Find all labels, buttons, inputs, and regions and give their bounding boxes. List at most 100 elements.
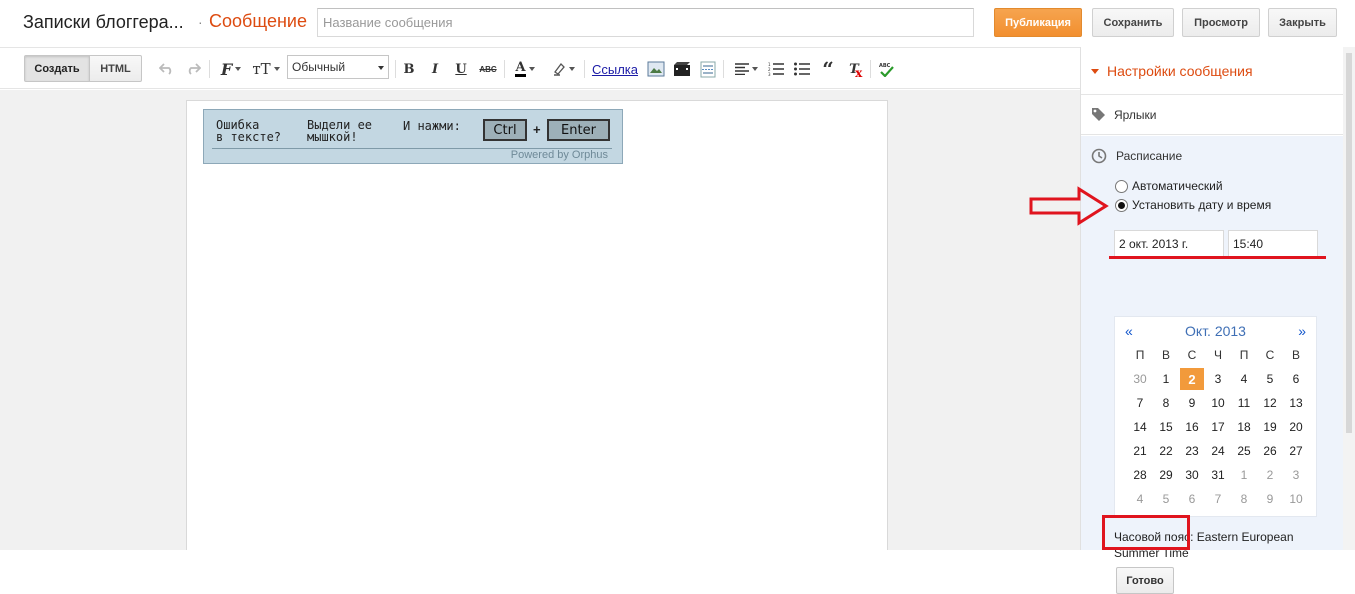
calendar-day[interactable]: 18	[1231, 415, 1257, 439]
remove-formatting-icon[interactable]: Tx	[845, 59, 863, 80]
bulleted-list-icon[interactable]	[793, 59, 811, 79]
calendar-day[interactable]: 13	[1283, 391, 1309, 415]
insert-jump-break-icon[interactable]	[698, 59, 718, 79]
annotation-underline	[1109, 256, 1326, 259]
link-button[interactable]: Ссылка	[591, 59, 639, 79]
calendar-day[interactable]: 17	[1205, 415, 1231, 439]
bold-icon[interactable]: B	[401, 59, 417, 79]
orphus-error-text: Ошибка в тексте?	[216, 118, 282, 144]
orphus-plus: +	[533, 122, 541, 137]
redo-icon[interactable]	[184, 59, 202, 79]
calendar-day[interactable]: 7	[1127, 391, 1153, 415]
calendar-weekday: П	[1239, 348, 1249, 362]
calendar-day[interactable]: 26	[1257, 439, 1283, 463]
svg-text:3: 3	[768, 72, 771, 76]
date-field[interactable]: 2 окт. 2013 г.	[1114, 230, 1224, 257]
calendar-day[interactable]: 14	[1127, 415, 1153, 439]
calendar-weekday: С	[1187, 348, 1197, 362]
post-body-editor[interactable]	[186, 100, 888, 550]
spell-check-icon[interactable]: ABC	[877, 59, 895, 79]
calendar-day[interactable]: 25	[1231, 439, 1257, 463]
calendar-day[interactable]: 9	[1257, 487, 1283, 511]
calendar-day[interactable]: 6	[1283, 367, 1309, 391]
compose-mode-button[interactable]: Создать	[24, 55, 90, 82]
post-title-input[interactable]	[317, 8, 974, 37]
calendar-day[interactable]: 30	[1127, 367, 1153, 391]
numbered-list-icon[interactable]: 123	[767, 59, 785, 79]
radio-set-date-label: Установить дату и время	[1132, 198, 1272, 212]
publish-button[interactable]: Публикация	[994, 8, 1082, 37]
calendar-day[interactable]: 12	[1257, 391, 1283, 415]
quote-icon[interactable]: “	[819, 57, 837, 81]
calendar-day[interactable]: 19	[1257, 415, 1283, 439]
done-button[interactable]: Готово	[1116, 567, 1174, 594]
calendar-day[interactable]: 6	[1179, 487, 1205, 511]
calendar-day[interactable]: 2	[1180, 368, 1204, 390]
calendar-next-month[interactable]: »	[1298, 323, 1306, 339]
link-label: Ссылка	[591, 61, 639, 77]
highlight-color-icon[interactable]	[548, 59, 578, 79]
calendar-day[interactable]: 5	[1257, 367, 1283, 391]
underline-icon[interactable]: U	[453, 59, 469, 79]
paragraph-style-select[interactable]: Обычный	[287, 55, 389, 79]
time-field[interactable]: 15:40	[1228, 230, 1318, 257]
calendar-day[interactable]: 20	[1283, 415, 1309, 439]
calendar-day[interactable]: 23	[1179, 439, 1205, 463]
calendar-day[interactable]: 1	[1153, 367, 1179, 391]
font-size-icon[interactable]: тT	[251, 59, 281, 79]
calendar-day[interactable]: 3	[1205, 367, 1231, 391]
radio-set-date[interactable]: Установить дату и время	[1115, 198, 1271, 212]
radio-automatic-button[interactable]	[1115, 179, 1128, 193]
radio-automatic[interactable]: Автоматический	[1115, 179, 1223, 193]
calendar-day[interactable]: 22	[1153, 439, 1179, 463]
calendar-day[interactable]: 5	[1153, 487, 1179, 511]
calendar-day[interactable]: 4	[1231, 367, 1257, 391]
text-color-icon[interactable]: A	[510, 59, 540, 79]
calendar-day[interactable]: 16	[1179, 415, 1205, 439]
font-family-icon[interactable]: F	[216, 59, 246, 79]
calendar-day[interactable]: 1	[1231, 463, 1257, 487]
blog-title[interactable]: Записки блоггера...	[23, 12, 184, 33]
orphus-enter-key: Enter	[547, 119, 610, 141]
close-button[interactable]: Закрыть	[1268, 8, 1337, 37]
calendar-day[interactable]: 8	[1231, 487, 1257, 511]
align-icon[interactable]	[731, 59, 761, 79]
html-mode-button[interactable]: HTML	[90, 55, 142, 82]
calendar-day[interactable]: 24	[1205, 439, 1231, 463]
post-settings-header[interactable]: Настройки сообщения	[1081, 47, 1344, 95]
radio-automatic-label: Автоматический	[1132, 179, 1223, 193]
calendar-day[interactable]: 2	[1257, 463, 1283, 487]
calendar-day[interactable]: 31	[1205, 463, 1231, 487]
italic-icon[interactable]: I	[427, 59, 443, 79]
calendar-day[interactable]: 15	[1153, 415, 1179, 439]
schedule-section: Расписание Автоматический Установить дат…	[1081, 136, 1344, 594]
sidebar-scrollbar[interactable]	[1343, 47, 1355, 550]
calendar-month-label: Окт. 2013	[1185, 323, 1246, 339]
calendar-day[interactable]: 21	[1127, 439, 1153, 463]
undo-icon[interactable]	[158, 59, 176, 79]
calendar-day[interactable]: 4	[1127, 487, 1153, 511]
calendar-day[interactable]: 30	[1179, 463, 1205, 487]
calendar-day[interactable]: 27	[1283, 439, 1309, 463]
insert-image-icon[interactable]	[646, 59, 666, 79]
title-separator: ·	[198, 14, 203, 30]
save-button[interactable]: Сохранить	[1092, 8, 1174, 37]
preview-button[interactable]: Просмотр	[1182, 8, 1260, 37]
strikethrough-icon[interactable]: ABC	[478, 59, 498, 79]
calendar-day[interactable]: 7	[1205, 487, 1231, 511]
post-settings-title: Настройки сообщения	[1107, 63, 1253, 79]
clock-icon	[1091, 148, 1107, 169]
calendar-day[interactable]: 3	[1283, 463, 1309, 487]
calendar-day[interactable]: 10	[1283, 487, 1309, 511]
calendar-day[interactable]: 28	[1127, 463, 1153, 487]
insert-video-icon[interactable]	[672, 59, 692, 79]
calendar-day[interactable]: 29	[1153, 463, 1179, 487]
radio-set-date-button[interactable]	[1115, 198, 1128, 212]
calendar-day[interactable]: 11	[1231, 391, 1257, 415]
labels-section[interactable]: Ярлыки	[1081, 95, 1344, 135]
editor-mode-toggle: Создать HTML	[24, 55, 142, 82]
calendar-day[interactable]: 8	[1153, 391, 1179, 415]
calendar-day[interactable]: 10	[1205, 391, 1231, 415]
orphus-select-text: Выдели ее мышкой!	[307, 118, 373, 144]
calendar-day[interactable]: 9	[1179, 391, 1205, 415]
